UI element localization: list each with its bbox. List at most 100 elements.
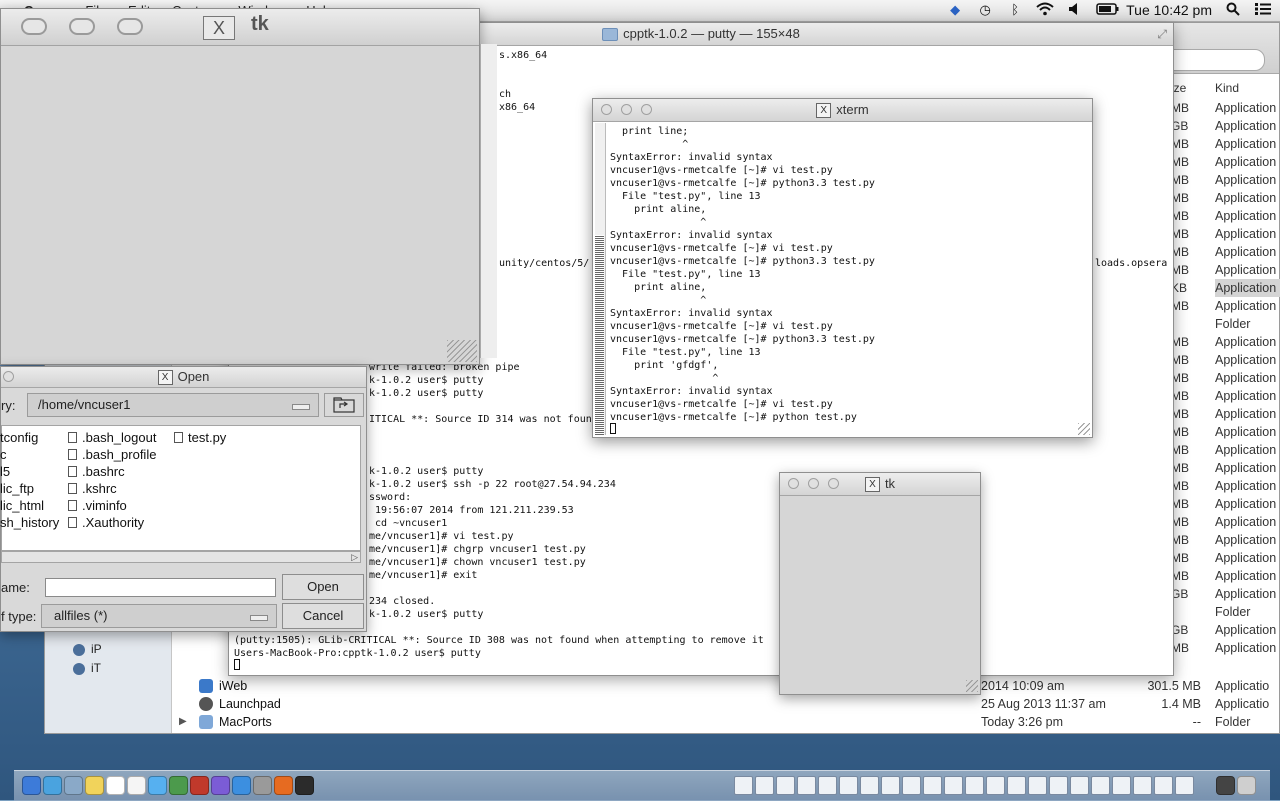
file-list-scrollbar[interactable]: ▷ <box>1 551 361 563</box>
notification-center-icon[interactable] <box>1254 2 1272 18</box>
kind-cell[interactable]: Application <box>1215 99 1280 117</box>
minimized-window-icon[interactable] <box>902 776 921 795</box>
tk-main-window[interactable]: X tk <box>0 8 480 365</box>
kind-cell[interactable]: Application <box>1215 639 1280 657</box>
resize-grip-icon[interactable] <box>966 680 978 692</box>
list-item[interactable]: lic_ftp <box>0 480 34 497</box>
resize-grip-icon[interactable] <box>1078 423 1090 435</box>
mail-icon[interactable] <box>64 776 83 795</box>
trash-icon[interactable] <box>1237 776 1256 795</box>
kind-cell[interactable]: Application <box>1215 477 1280 495</box>
kind-cell[interactable]: Application <box>1215 117 1280 135</box>
notes-icon[interactable] <box>85 776 104 795</box>
zoom-button[interactable] <box>828 478 839 489</box>
kind-cell[interactable]: Application <box>1215 207 1280 225</box>
system-preferences-icon[interactable] <box>253 776 272 795</box>
app-store-icon[interactable] <box>232 776 251 795</box>
minimized-window-icon[interactable] <box>1049 776 1068 795</box>
kind-cell[interactable]: Folder <box>1215 315 1280 333</box>
photo-booth-icon[interactable] <box>190 776 209 795</box>
kind-cell[interactable]: Application <box>1215 135 1280 153</box>
file-list[interactable]: tconfig c l5 lic_ftp lic_html sh_history .bash… <box>0 425 361 551</box>
combobox-arrow-icon[interactable] <box>250 615 268 621</box>
volume-icon[interactable] <box>1066 2 1084 18</box>
disclosure-triangle-icon[interactable]: ▶ <box>179 713 187 731</box>
table-row[interactable]: iWeb 2014 10:09 am 301.5 MB Applicatio <box>171 677 1280 695</box>
putty-scrollbar[interactable] <box>480 44 497 358</box>
kind-cell[interactable]: Application <box>1215 171 1280 189</box>
table-row[interactable]: ▶ MacPorts Today 3:26 pm -- Folder <box>171 713 1280 731</box>
list-item[interactable]: .viminfo <box>68 497 127 514</box>
terminal-icon[interactable] <box>295 776 314 795</box>
file-type-combobox[interactable]: allfiles (*) <box>41 604 277 628</box>
kind-cell[interactable]: Application <box>1215 585 1280 603</box>
zoom-button[interactable] <box>117 18 143 35</box>
kind-cell[interactable]: Application <box>1215 567 1280 585</box>
minimized-window-icon[interactable] <box>1028 776 1047 795</box>
list-item[interactable]: test.py <box>174 429 226 446</box>
list-item[interactable]: l5 <box>0 463 10 480</box>
xterm-title-bar[interactable]: Xxterm <box>593 99 1092 122</box>
kind-cell[interactable]: Application <box>1215 459 1280 477</box>
minimized-window-icon[interactable] <box>1070 776 1089 795</box>
kind-cell[interactable]: Application <box>1215 549 1280 567</box>
minimized-window-icon[interactable] <box>965 776 984 795</box>
list-item[interactable]: sh_history <box>0 514 59 531</box>
combobox-arrow-icon[interactable] <box>292 404 310 410</box>
cancel-button[interactable]: Cancel <box>282 603 364 629</box>
time-machine-icon[interactable]: ◷ <box>976 2 994 18</box>
list-item[interactable]: .bash_logout <box>68 429 156 446</box>
minimized-window-icon[interactable] <box>944 776 963 795</box>
list-item[interactable]: .bashrc <box>68 463 125 480</box>
close-button[interactable] <box>21 18 47 35</box>
wifi-icon[interactable] <box>1036 2 1054 18</box>
minimized-window-icon[interactable] <box>839 776 858 795</box>
filename-input[interactable] <box>45 578 276 597</box>
finder-icon[interactable] <box>22 776 41 795</box>
minimized-window-icon[interactable] <box>818 776 837 795</box>
minimized-window-icon[interactable] <box>881 776 900 795</box>
list-item[interactable]: .kshrc <box>68 480 117 497</box>
kind-cell[interactable]: Application <box>1215 513 1280 531</box>
parent-directory-button[interactable] <box>324 393 364 417</box>
fullscreen-icon[interactable]: ⤢ <box>1157 23 1167 45</box>
finder-column-header[interactable]: ize Kind <box>1171 81 1280 101</box>
kind-cell[interactable]: Application <box>1215 423 1280 441</box>
list-item[interactable]: .bash_profile <box>68 446 156 463</box>
kind-cell[interactable]: Application <box>1215 225 1280 243</box>
bluetooth-icon[interactable]: ᛒ <box>1006 2 1024 18</box>
close-button[interactable] <box>3 371 14 382</box>
tk-main-title-bar[interactable]: X tk <box>1 9 479 46</box>
xterm-window[interactable]: Xxterm print line; ^ SyntaxError: invalid… <box>592 98 1093 438</box>
sidebar-item-iphoto[interactable]: iP <box>73 640 102 658</box>
list-item[interactable]: c <box>0 446 7 463</box>
minimized-window-icon[interactable] <box>1175 776 1194 795</box>
list-item[interactable]: tconfig <box>0 429 38 446</box>
battery-icon[interactable] <box>1096 2 1119 18</box>
itunes-icon[interactable] <box>211 776 230 795</box>
sidebar-item-itunes[interactable]: iT <box>73 659 101 677</box>
open-file-dialog[interactable]: X Open ry: /home/vncuser1 tconfig c l5 lic_f… <box>0 366 367 632</box>
kind-cell[interactable]: Application <box>1215 531 1280 549</box>
kind-cell[interactable]: Application <box>1215 621 1280 639</box>
minimize-button[interactable] <box>69 18 95 35</box>
minimize-button[interactable] <box>808 478 819 489</box>
close-button[interactable] <box>601 104 612 115</box>
minimized-window-icon[interactable] <box>734 776 753 795</box>
spotlight-icon[interactable] <box>1224 2 1242 18</box>
list-item[interactable]: .Xauthority <box>68 514 144 531</box>
messages-icon[interactable] <box>148 776 167 795</box>
calendar-icon[interactable] <box>106 776 125 795</box>
kind-cell[interactable]: Application <box>1215 495 1280 513</box>
scroll-right-icon[interactable]: ▷ <box>351 552 358 563</box>
zoom-button[interactable] <box>641 104 652 115</box>
scroll-thumb[interactable] <box>595 235 604 435</box>
kind-cell[interactable]: Application <box>1215 189 1280 207</box>
minimized-window-icon[interactable] <box>776 776 795 795</box>
kind-cell[interactable]: Application <box>1215 369 1280 387</box>
menu-clock[interactable]: Tue 10:42 pm <box>1126 2 1212 18</box>
kind-cell[interactable]: Application <box>1215 261 1280 279</box>
facetime-icon[interactable] <box>169 776 188 795</box>
tk-secondary-title-bar[interactable]: Xtk <box>780 473 980 496</box>
minimized-window-icon[interactable] <box>923 776 942 795</box>
